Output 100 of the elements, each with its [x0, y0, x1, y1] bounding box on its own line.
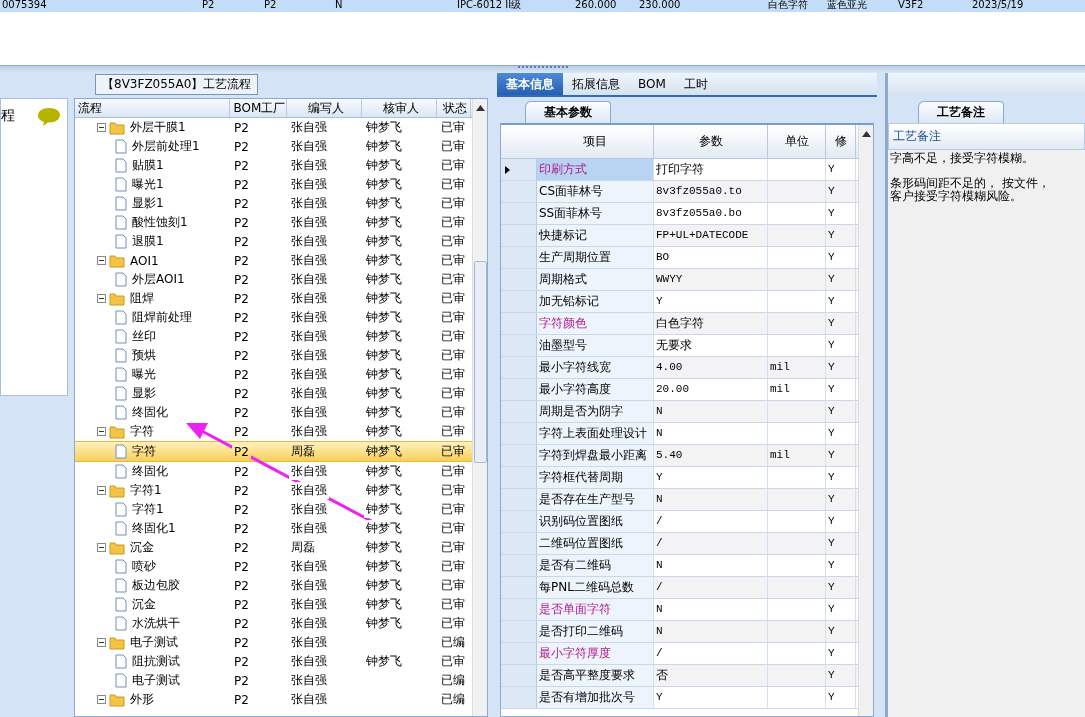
table-cell: 张自强	[289, 558, 329, 575]
table-cell: 钟梦飞	[364, 328, 404, 345]
tree-item[interactable]: 显影1	[130, 195, 166, 212]
column-header[interactable]: 单位	[768, 125, 826, 158]
tree-item[interactable]: 曝光1	[130, 176, 166, 193]
column-header[interactable]: 修	[826, 125, 856, 158]
tree-item[interactable]: 退膜1	[130, 233, 166, 250]
collapse-icon[interactable]	[97, 638, 106, 647]
tree-item[interactable]: 阻焊	[128, 290, 156, 307]
column-header[interactable]: 编写人	[287, 99, 362, 117]
tree-item[interactable]: 板边包胶	[130, 577, 182, 594]
table-cell: Y	[826, 489, 856, 510]
tree-item[interactable]: 丝印	[130, 328, 158, 345]
splitter[interactable]	[0, 65, 1085, 73]
table-cell: 钟梦飞	[364, 214, 404, 231]
tree-item[interactable]: 阻抗测试	[130, 653, 182, 670]
table-row[interactable]: 0075394 P2 P2 N IPC-6012 II级 260.000 230.000 白色字符 蓝色亚光 V3F2 2023/5/19	[0, 0, 1085, 12]
collapse-icon[interactable]	[97, 256, 106, 265]
table-cell: Y	[826, 203, 856, 224]
tree-item[interactable]: 外层干膜1	[128, 119, 188, 136]
tree-item[interactable]: 终固化1	[130, 520, 178, 537]
tree-item[interactable]: 预烘	[130, 347, 158, 364]
table-cell: 4.00	[654, 357, 768, 378]
table-cell: 钟梦飞	[364, 233, 404, 250]
collapse-icon[interactable]	[97, 486, 106, 495]
tab[interactable]: 工时	[674, 73, 717, 95]
collapse-icon[interactable]	[97, 695, 106, 704]
tree-item[interactable]: 字符1	[128, 482, 164, 499]
scrollbar[interactable]	[472, 99, 487, 716]
table-cell: 钟梦飞	[364, 596, 404, 613]
tab[interactable]: 拓展信息	[563, 73, 629, 95]
scroll-up-icon[interactable]	[861, 131, 871, 137]
table-cell: 钟梦飞	[364, 539, 404, 556]
table-cell: Y	[826, 269, 856, 290]
table-cell: Y	[826, 467, 856, 488]
table-cell: N	[654, 489, 768, 510]
folder-icon	[109, 120, 125, 135]
tree-item[interactable]: 喷砂	[130, 558, 158, 575]
tree-item[interactable]: 贴膜1	[130, 157, 166, 174]
table-cell: P2	[232, 635, 251, 650]
column-header[interactable]: 参数	[654, 125, 768, 158]
speech-bubble-icon[interactable]	[37, 107, 61, 127]
tree-item[interactable]: 外形	[128, 691, 156, 708]
tree-item[interactable]: AOI1	[128, 253, 161, 268]
table-cell: N	[654, 401, 768, 422]
column-header[interactable]: BOM工厂	[230, 99, 287, 117]
table-cell: 已审	[439, 520, 467, 537]
tab[interactable]: 基本参数	[525, 101, 611, 123]
column-header[interactable]: 核审人	[362, 99, 437, 117]
tree-item[interactable]: 终固化	[130, 463, 170, 480]
tree-item[interactable]: 沉金	[130, 596, 158, 613]
table-cell: 识别码位置图纸	[537, 511, 654, 532]
selected-row[interactable]: 字符 P2 周磊 钟梦飞 已审	[75, 441, 472, 462]
tab[interactable]: 工艺备注	[918, 101, 1004, 123]
table-cell: 是否存在生产型号	[537, 489, 654, 510]
tab[interactable]: 基本信息	[497, 73, 563, 95]
table-cell: 张自强	[289, 463, 329, 480]
column-header[interactable]: 工艺备注	[888, 123, 1085, 150]
table-cell: 已审	[439, 119, 467, 136]
column-header[interactable]: 项目	[537, 125, 654, 158]
tree-item[interactable]: 字符1	[130, 501, 166, 518]
scroll-up-icon[interactable]	[475, 105, 485, 111]
tree-item[interactable]: 曝光	[130, 366, 158, 383]
tree-item[interactable]: 外层前处理1	[130, 138, 202, 155]
collapse-icon[interactable]	[97, 427, 106, 436]
table-cell: Y	[826, 555, 856, 576]
column-header[interactable]: 状态	[437, 99, 471, 117]
collapse-icon[interactable]	[97, 294, 106, 303]
tree-item[interactable]: 水洗烘干	[130, 615, 182, 632]
table-cell: 无要求	[654, 335, 768, 356]
table-cell: 张自强	[289, 214, 329, 231]
scrollbar[interactable]	[858, 125, 873, 716]
table-cell: 字符上表面处理设计	[537, 423, 654, 444]
collapse-icon[interactable]	[97, 543, 106, 552]
tree-item[interactable]: 电子测试	[128, 634, 180, 651]
tab[interactable]: BOM	[629, 73, 675, 95]
tree-item[interactable]: 字符	[128, 423, 156, 440]
table-cell: 已编	[439, 672, 467, 689]
table-cell: 已编	[439, 634, 467, 651]
table-cell: 钟梦飞	[364, 653, 404, 670]
tree-item[interactable]: 电子测试	[130, 672, 182, 689]
tree-item[interactable]: 外层AOI1	[130, 271, 187, 288]
collapse-icon[interactable]	[97, 123, 106, 132]
notes-area[interactable]: 字高不足，接受字符模糊。 条形码间距不足的， 按文件， 客户接受字符模糊风险。	[888, 150, 1085, 717]
tree-item[interactable]: 阻焊前处理	[130, 309, 194, 326]
tree-item[interactable]: 酸性蚀刻1	[130, 214, 190, 231]
row-header[interactable]	[501, 159, 537, 180]
tree-item[interactable]: 字符	[130, 443, 158, 460]
tree-item[interactable]: 终固化	[130, 404, 170, 421]
table-cell: 钟梦飞	[364, 176, 404, 193]
table-cell: Y	[826, 379, 856, 400]
column-header[interactable]: 流程	[75, 99, 230, 117]
table-cell-text: 0075394	[1, 0, 48, 12]
table-cell-text: V3F2	[897, 0, 925, 12]
tree-item[interactable]: 显影	[130, 385, 158, 402]
table-cell: CS面菲林号	[537, 181, 654, 202]
tree-item[interactable]: 沉金	[128, 539, 156, 556]
table-cell: P2	[232, 291, 251, 306]
table-cell: 钟梦飞	[364, 482, 404, 499]
table-cell: 钟梦飞	[364, 309, 404, 326]
